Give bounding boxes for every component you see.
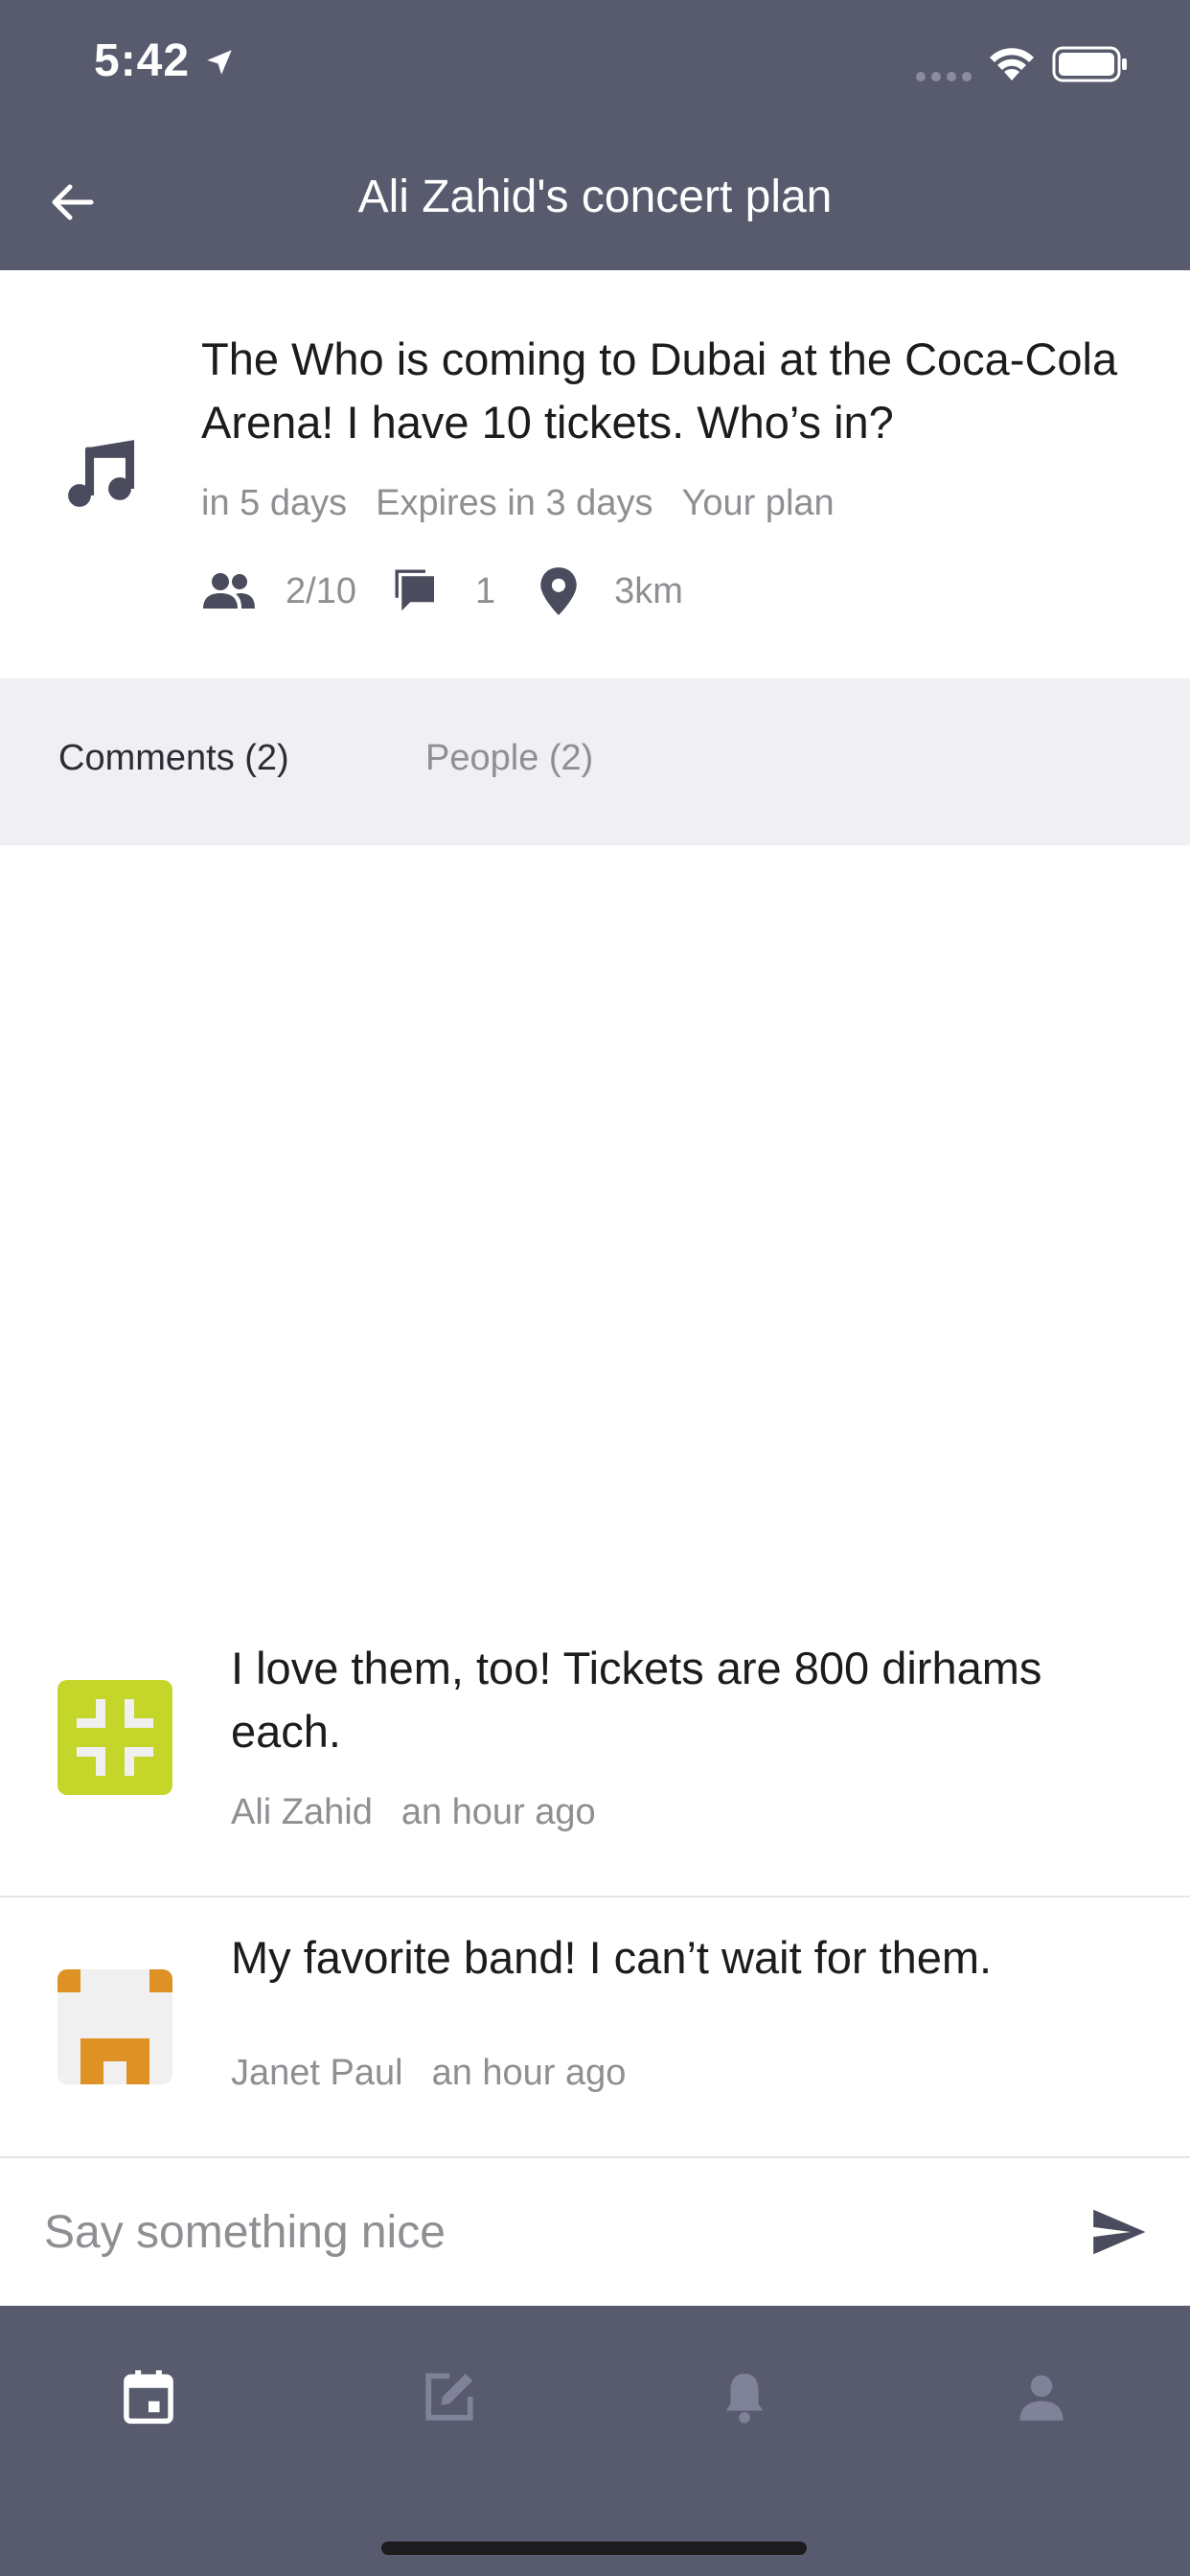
plan-distance: 3km — [614, 570, 683, 611]
tab-bar-profile[interactable] — [1008, 2363, 1075, 2430]
tab-strip: Comments (2) People (2) — [0, 678, 1190, 845]
comment-input[interactable] — [44, 2198, 1060, 2266]
send-icon — [1093, 2209, 1146, 2255]
comment-text: I love them, too! Tickets are 800 dirham… — [231, 1643, 1042, 1757]
comment-author[interactable]: Ali Zahid — [231, 1792, 373, 1832]
home-indicator — [381, 2542, 807, 2555]
plan-when: in 5 days — [201, 483, 348, 523]
bottom-tab-bar — [0, 2306, 1190, 2576]
comment-time: an hour ago — [400, 1792, 596, 1832]
tab-people[interactable]: People (2) — [425, 738, 593, 779]
plan-stats: 2/10 1 3km — [201, 563, 683, 620]
plan-expires: Expires in 3 days — [376, 483, 653, 523]
wifi-icon — [990, 48, 1034, 80]
comment-text: My favorite band! I can’t wait for them. — [231, 1932, 993, 1983]
comment-author[interactable]: Janet Paul — [231, 2053, 403, 2093]
status-time: 5:42 — [94, 35, 191, 86]
people-icon — [203, 573, 255, 609]
edit-icon — [425, 2373, 473, 2421]
location-pin-icon — [540, 567, 577, 615]
page-title: Ali Zahid's concert plan — [357, 172, 833, 222]
avatar[interactable] — [57, 1969, 172, 2084]
comment-meta: Janet Paul an hour ago — [231, 2053, 654, 2094]
comment-item: I love them, too! Tickets are 800 dirham… — [0, 1620, 1190, 1898]
people-count: 2/10 — [286, 570, 356, 611]
comment-composer — [0, 2160, 1190, 2306]
tab-bar-calendar[interactable] — [115, 2363, 182, 2430]
plan-meta: in 5 days Expires in 3 days Your plan — [201, 483, 863, 524]
location-arrow-icon — [207, 50, 232, 75]
calendar-icon — [124, 2370, 173, 2425]
bell-icon — [725, 2373, 764, 2424]
tab-comments[interactable]: Comments (2) — [58, 738, 289, 779]
navigation-bar: Ali Zahid's concert plan — [0, 134, 1190, 270]
avatar[interactable] — [57, 1680, 172, 1795]
plan-owner: Your plan — [681, 483, 835, 523]
music-note-icon — [68, 440, 135, 507]
comment-count: 1 — [474, 570, 496, 611]
tab-bar-notifications[interactable] — [711, 2363, 778, 2430]
battery-icon — [1052, 46, 1127, 82]
tab-bar-edit[interactable] — [416, 2363, 483, 2430]
person-icon — [1019, 2375, 1064, 2421]
chat-icon — [395, 569, 434, 611]
plan-card: The Who is coming to Dubai at the Coca-C… — [0, 270, 1190, 678]
plan-description: The Who is coming to Dubai at the Coca-C… — [201, 334, 1118, 448]
comment-time: an hour ago — [431, 2053, 627, 2093]
status-bar: 5:42 — [0, 0, 1190, 134]
send-button[interactable] — [1088, 2202, 1148, 2262]
comment-item: My favorite band! I can’t wait for them.… — [0, 1899, 1190, 2158]
signal-icon — [916, 72, 972, 81]
comment-meta: Ali Zahid an hour ago — [231, 1792, 625, 1833]
